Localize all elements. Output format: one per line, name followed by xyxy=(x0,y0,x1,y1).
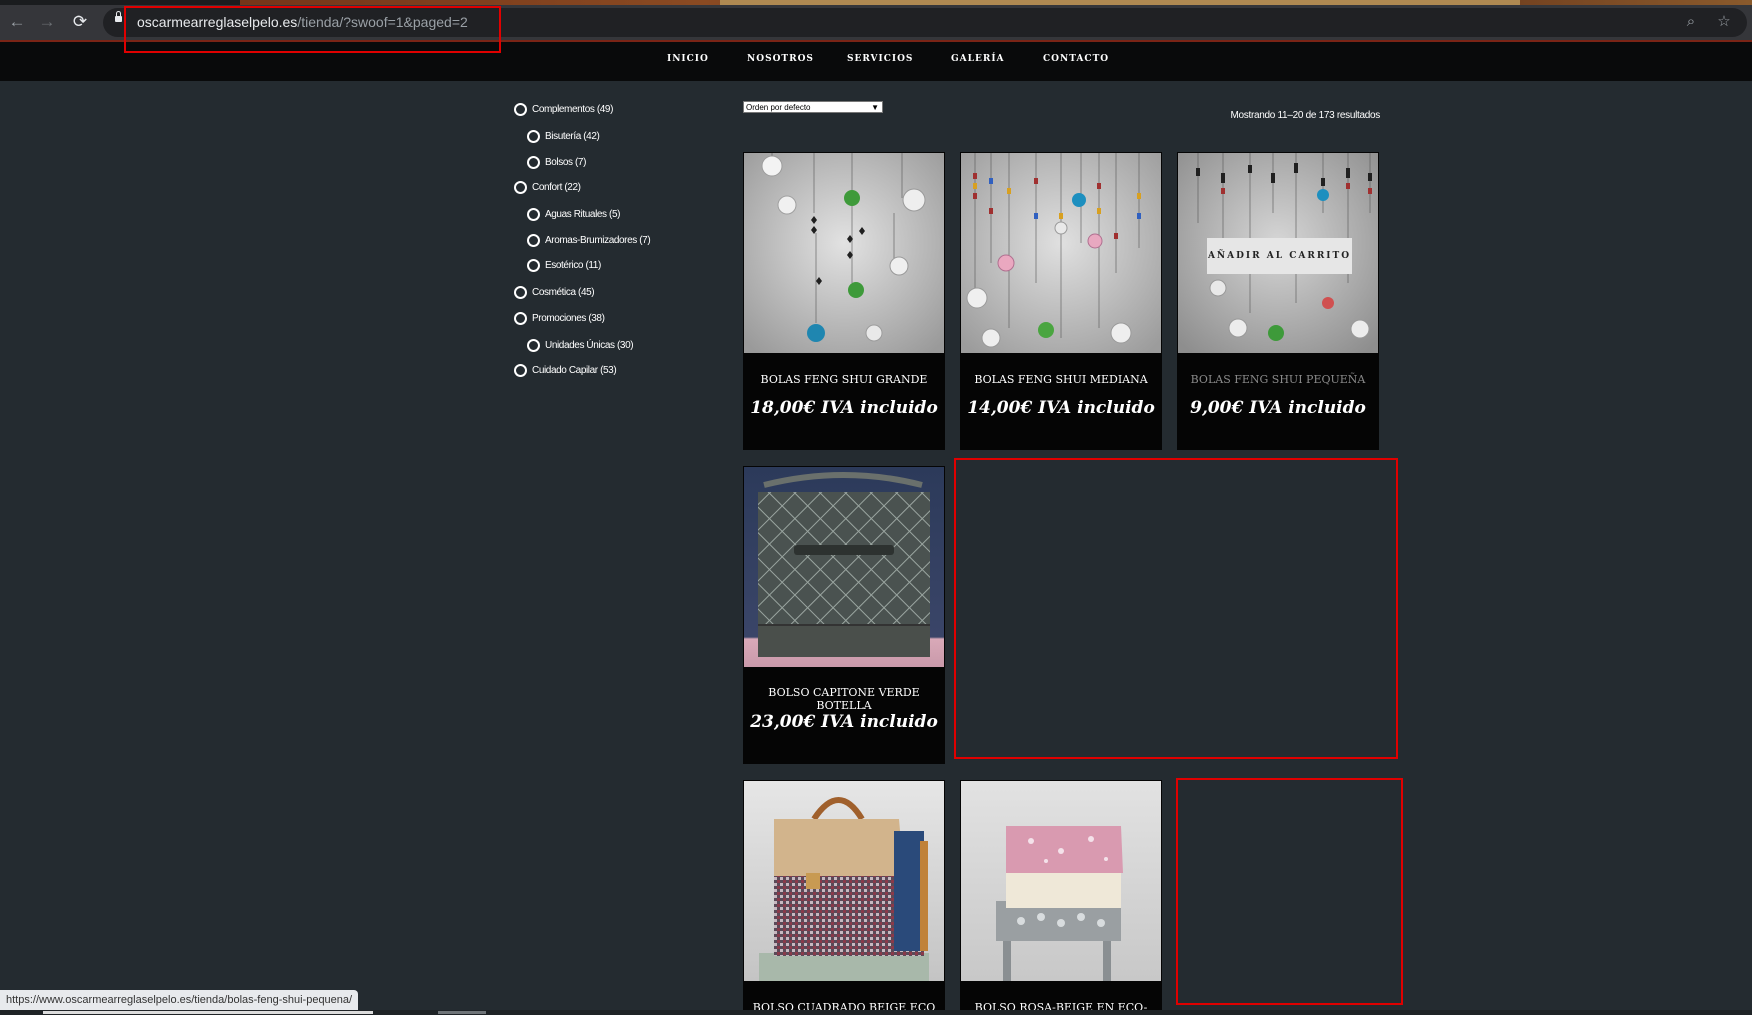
filter-esoterico[interactable]: Esotérico (11) xyxy=(527,259,601,272)
nav-contacto[interactable]: CONTACTO xyxy=(1043,54,1109,64)
nav-inicio[interactable]: INICIO xyxy=(667,54,709,64)
product-photo-feng-shui-balls xyxy=(744,153,944,353)
sort-select-value: Orden por defecto xyxy=(746,103,811,112)
filter-label: Bolsos (7) xyxy=(545,157,587,168)
radio-button[interactable] xyxy=(527,130,540,143)
filter-aguas-rituales[interactable]: Aguas Rituales (5) xyxy=(527,208,620,221)
back-icon[interactable]: ← xyxy=(6,11,28,33)
filter-label: Esotérico (11) xyxy=(545,260,601,271)
product-image[interactable] xyxy=(744,467,944,667)
product-photo-beige-bag xyxy=(744,781,944,981)
product-price: 9,00€ IVA incluido xyxy=(1190,398,1366,418)
product-card[interactable]: BOLSO ROSA-BEIGE EN ECO- xyxy=(960,780,1162,1015)
product-photo-pink-bag xyxy=(961,781,1161,981)
filter-label: Confort (22) xyxy=(532,182,581,193)
radio-button[interactable] xyxy=(514,103,527,116)
filter-label: Unidades Únicas (30) xyxy=(545,340,634,351)
radio-button[interactable] xyxy=(527,259,540,272)
product-image[interactable]: AÑADIR AL CARRITO xyxy=(1178,153,1378,353)
product-card[interactable]: BOLSO CAPITONE VERDE BOTELLA 23,00€ IVA … xyxy=(743,466,945,764)
nav-galeria[interactable]: GALERÍA xyxy=(951,54,1005,64)
radio-button[interactable] xyxy=(527,156,540,169)
product-title[interactable]: BOLSO CAPITONE VERDE BOTELLA xyxy=(747,686,941,712)
product-title[interactable]: BOLAS FENG SHUI PEQUEÑA xyxy=(1181,373,1375,386)
filter-unidades-unicas[interactable]: Unidades Únicas (30) xyxy=(527,339,634,352)
filter-label: Cuidado Capilar (53) xyxy=(532,365,617,376)
filter-label: Promociones (38) xyxy=(532,313,605,324)
product-photo-feng-shui-balls xyxy=(961,153,1161,353)
horizontal-scrollbar[interactable] xyxy=(0,1010,1752,1015)
product-image[interactable] xyxy=(744,781,944,981)
radio-button[interactable] xyxy=(514,286,527,299)
product-price: 23,00€ IVA incluido xyxy=(750,712,938,732)
nav-nosotros[interactable]: NOSOTROS xyxy=(747,54,814,64)
forward-icon[interactable]: → xyxy=(36,11,58,33)
product-image[interactable] xyxy=(961,781,1161,981)
product-price: 18,00€ IVA incluido xyxy=(750,398,938,418)
empty-slot-highlight-box xyxy=(1176,778,1403,1005)
scrollbar-thumb[interactable] xyxy=(438,1011,486,1014)
filter-bisuteria[interactable]: Bisutería (42) xyxy=(527,130,600,143)
product-image[interactable] xyxy=(961,153,1161,353)
chevron-down-icon: ▼ xyxy=(871,103,879,112)
result-count: Mostrando 11–20 de 173 resultados xyxy=(1230,110,1381,121)
product-title[interactable]: BOLAS FENG SHUI GRANDE xyxy=(747,373,941,386)
filter-complementos[interactable]: Complementos (49) xyxy=(514,103,613,116)
product-price: 14,00€ IVA incluido xyxy=(967,398,1155,418)
filter-cuidado-capilar[interactable]: Cuidado Capilar (53) xyxy=(514,364,617,377)
radio-button[interactable] xyxy=(514,364,527,377)
filter-label: Aromas-Brumizadores (7) xyxy=(545,235,651,246)
product-card[interactable]: BOLAS FENG SHUI MEDIANA 14,00€ IVA inclu… xyxy=(960,152,1162,450)
scrollbar-thumb[interactable] xyxy=(43,1011,373,1014)
radio-button[interactable] xyxy=(527,234,540,247)
nav-servicios[interactable]: SERVICIOS xyxy=(847,54,913,64)
product-card[interactable]: BOLAS FENG SHUI GRANDE 18,00€ IVA inclui… xyxy=(743,152,945,450)
product-image[interactable] xyxy=(744,153,944,353)
lock-icon[interactable] xyxy=(115,11,122,22)
filter-cosmetica[interactable]: Cosmética (45) xyxy=(514,286,595,299)
bookmark-star-icon[interactable]: ☆ xyxy=(1714,12,1734,32)
filter-aromas-brumizadores[interactable]: Aromas-Brumizadores (7) xyxy=(527,234,651,247)
link-status-bar: https://www.oscarmearreglaselpelo.es/tie… xyxy=(0,990,359,1010)
radio-button[interactable] xyxy=(527,208,540,221)
filter-confort[interactable]: Confort (22) xyxy=(514,181,581,194)
url-highlight-box xyxy=(124,6,501,53)
filter-label: Aguas Rituales (5) xyxy=(545,209,621,220)
sort-select[interactable]: Orden por defecto ▼ xyxy=(743,101,883,113)
reload-icon[interactable]: ⟳ xyxy=(69,11,91,33)
product-title[interactable]: BOLAS FENG SHUI MEDIANA xyxy=(964,373,1158,386)
zoom-icon[interactable]: ⌕ xyxy=(1681,12,1701,32)
product-photo-quilted-bag xyxy=(744,467,944,667)
add-to-cart-button[interactable]: AÑADIR AL CARRITO xyxy=(1207,238,1352,274)
empty-slot-highlight-box xyxy=(954,458,1398,759)
product-card[interactable]: AÑADIR AL CARRITO BOLAS FENG SHUI PEQUEÑ… xyxy=(1177,152,1379,450)
filter-bolsos[interactable]: Bolsos (7) xyxy=(527,156,586,169)
radio-button[interactable] xyxy=(527,339,540,352)
filter-promociones[interactable]: Promociones (38) xyxy=(514,312,605,325)
filter-label: Cosmética (45) xyxy=(532,287,595,298)
filter-label: Bisutería (42) xyxy=(545,131,600,142)
radio-button[interactable] xyxy=(514,312,527,325)
filter-label: Complementos (49) xyxy=(532,104,614,115)
product-card[interactable]: BOLSO CUADRADO BEIGE ECO xyxy=(743,780,945,1015)
radio-button[interactable] xyxy=(514,181,527,194)
